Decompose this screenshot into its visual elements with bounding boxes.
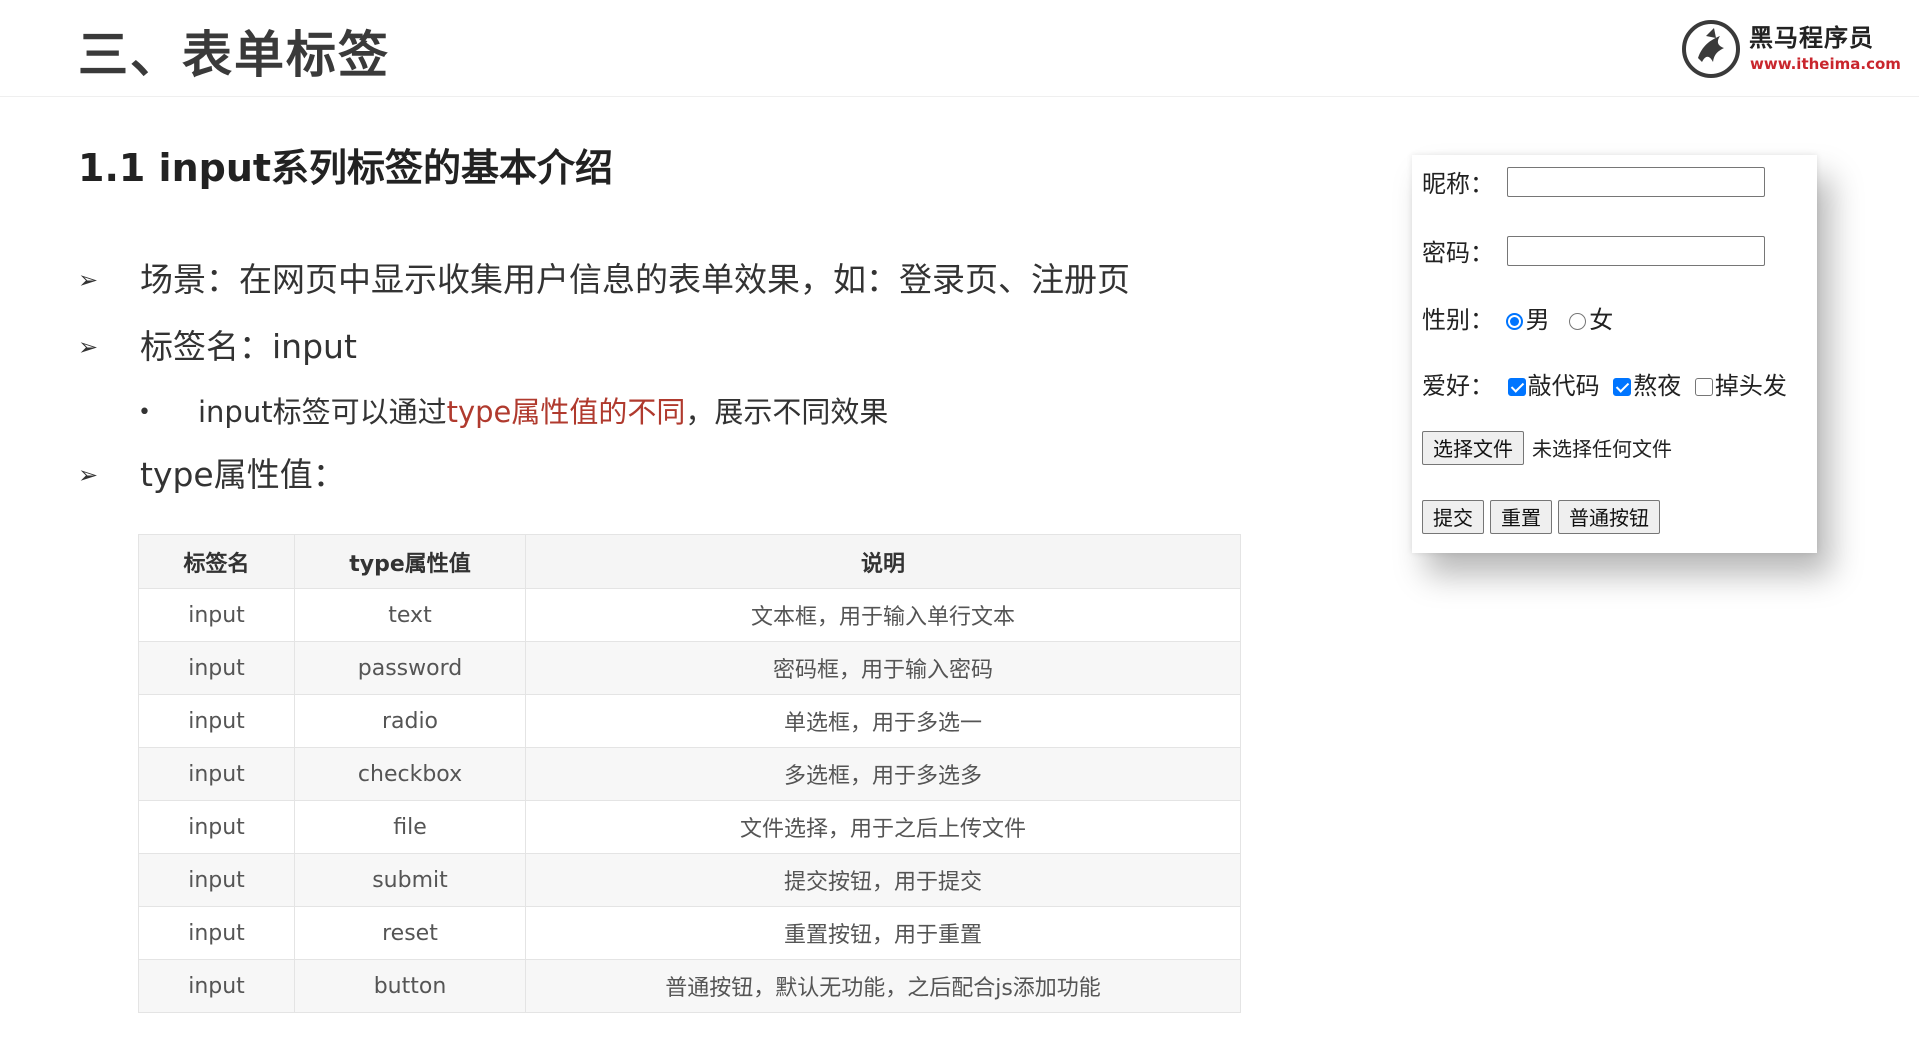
- nickname-row: 昵称：: [1422, 167, 1765, 201]
- password-label: 密码：: [1422, 239, 1494, 267]
- table-cell-tag: input: [138, 694, 295, 748]
- form-demo-panel: 昵称： 密码： 性别： 男 女 爱好： 敲代码 熬夜 掉头发 选择文件 未选择任何…: [1412, 155, 1817, 553]
- brand-logo: 黑马程序员 www.itheima.com: [1680, 18, 1901, 80]
- choose-file-button[interactable]: 选择文件: [1422, 431, 1524, 465]
- input-type-table: 标签名 type属性值 说明 input text 文本框，用于输入单行文本 i…: [138, 534, 1241, 1013]
- table-row: input button 普通按钮，默认无功能，之后配合js添加功能: [138, 959, 1241, 1013]
- dot-bullet-icon: •: [138, 400, 151, 425]
- table-cell-tag: input: [138, 800, 295, 854]
- table-row: input text 文本框，用于输入单行文本: [138, 588, 1241, 642]
- table-cell-desc: 文本框，用于输入单行文本: [525, 588, 1241, 642]
- gender-male-label: 男: [1525, 306, 1550, 334]
- hobby-row: 爱好： 敲代码 熬夜 掉头发: [1422, 369, 1787, 403]
- table-row: input submit 提交按钮，用于提交: [138, 853, 1241, 907]
- password-row: 密码：: [1422, 236, 1765, 270]
- hobby-hair-loss-label: 掉头发: [1714, 372, 1787, 400]
- sub-bullet-type: • input标签可以通过type属性值的不同，展示不同效果: [138, 390, 888, 435]
- table-row: input checkbox 多选框，用于多选多: [138, 747, 1241, 801]
- table-cell-tag: input: [138, 641, 295, 695]
- table-cell-type: password: [294, 641, 526, 695]
- arrow-bullet-icon: ➢: [78, 266, 99, 294]
- table-cell-tag: input: [138, 906, 295, 960]
- table-cell-type: text: [294, 588, 526, 642]
- bullet-scene: ➢ 场景：在网页中显示收集用户信息的表单效果，如：登录页、注册页: [78, 258, 1130, 302]
- table-cell-desc: 多选框，用于多选多: [525, 747, 1241, 801]
- reset-button[interactable]: 重置: [1490, 500, 1552, 534]
- hobby-staying-up-checkbox[interactable]: [1613, 378, 1632, 396]
- table-cell-tag: input: [138, 588, 295, 642]
- bullet-tag-name-text: 标签名：input: [140, 327, 357, 366]
- table-cell-type: submit: [294, 853, 526, 907]
- nickname-label: 昵称：: [1422, 170, 1494, 198]
- table-header-row: 标签名 type属性值 说明: [138, 534, 1241, 589]
- gender-row: 性别： 男 女: [1422, 303, 1613, 337]
- bullet-type-values: ➢ type属性值：: [78, 453, 346, 497]
- arrow-bullet-icon: ➢: [78, 333, 99, 361]
- file-row: 选择文件 未选择任何文件: [1422, 431, 1672, 465]
- hobby-coding-label: 敲代码: [1527, 372, 1600, 400]
- hobby-label: 爱好：: [1422, 372, 1494, 400]
- table-cell-tag: input: [138, 959, 295, 1013]
- table-header-type: type属性值: [294, 534, 526, 589]
- table-cell-desc: 单选框，用于多选一: [525, 694, 1241, 748]
- password-input[interactable]: [1507, 236, 1765, 266]
- table-cell-tag: input: [138, 853, 295, 907]
- logo-name: 黑马程序员: [1749, 24, 1874, 52]
- normal-button[interactable]: 普通按钮: [1558, 500, 1660, 534]
- slide-title: 三、表单标签: [78, 26, 390, 84]
- table-cell-desc: 密码框，用于输入密码: [525, 641, 1241, 695]
- logo-url: www.itheima.com: [1750, 55, 1901, 73]
- sub-bullet-prefix: input标签可以通过: [198, 395, 447, 429]
- table-header-desc: 说明: [525, 534, 1241, 589]
- gender-label: 性别：: [1422, 306, 1494, 334]
- table-row: input reset 重置按钮，用于重置: [138, 906, 1241, 960]
- arrow-bullet-icon: ➢: [78, 461, 99, 489]
- hobby-coding-checkbox[interactable]: [1507, 378, 1526, 396]
- gender-male-radio[interactable]: [1505, 313, 1523, 330]
- gender-female-label: 女: [1589, 306, 1614, 334]
- table-row: input file 文件选择，用于之后上传文件: [138, 800, 1241, 854]
- table-row: input password 密码框，用于输入密码: [138, 641, 1241, 695]
- table-cell-type: button: [294, 959, 526, 1013]
- table-cell-type: reset: [294, 906, 526, 960]
- slide: 三、表单标签 黑马程序员 www.itheima.com 1.1 input系列…: [0, 0, 1919, 1064]
- nickname-input[interactable]: [1507, 167, 1765, 197]
- table-row: input radio 单选框，用于多选一: [138, 694, 1241, 748]
- submit-button[interactable]: 提交: [1422, 500, 1484, 534]
- file-status-text: 未选择任何文件: [1532, 437, 1672, 461]
- table-cell-type: file: [294, 800, 526, 854]
- horse-logo-icon: [1682, 20, 1740, 78]
- table-cell-desc: 提交按钮，用于提交: [525, 853, 1241, 907]
- table-cell-desc: 文件选择，用于之后上传文件: [525, 800, 1241, 854]
- gender-female-radio[interactable]: [1569, 313, 1587, 330]
- section-title: 1.1 input系列标签的基本介绍: [78, 146, 614, 190]
- table-cell-desc: 重置按钮，用于重置: [525, 906, 1241, 960]
- table-cell-tag: input: [138, 747, 295, 801]
- bullet-type-values-text: type属性值：: [140, 455, 346, 494]
- table-header-tag: 标签名: [138, 534, 295, 589]
- slide-header: 三、表单标签 黑马程序员 www.itheima.com: [0, 0, 1919, 97]
- table-cell-type: checkbox: [294, 747, 526, 801]
- table-cell-desc: 普通按钮，默认无功能，之后配合js添加功能: [525, 959, 1241, 1013]
- hobby-hair-loss-checkbox[interactable]: [1694, 378, 1713, 396]
- sub-bullet-highlight: type属性值的不同: [446, 395, 686, 429]
- bullet-tag-name: ➢ 标签名：input: [78, 325, 357, 369]
- table-cell-type: radio: [294, 694, 526, 748]
- bullet-scene-text: 场景：在网页中显示收集用户信息的表单效果，如：登录页、注册页: [140, 260, 1130, 299]
- buttons-row: 提交 重置 普通按钮: [1422, 500, 1666, 534]
- hobby-staying-up-label: 熬夜: [1633, 372, 1682, 400]
- sub-bullet-suffix: ，展示不同效果: [685, 395, 889, 429]
